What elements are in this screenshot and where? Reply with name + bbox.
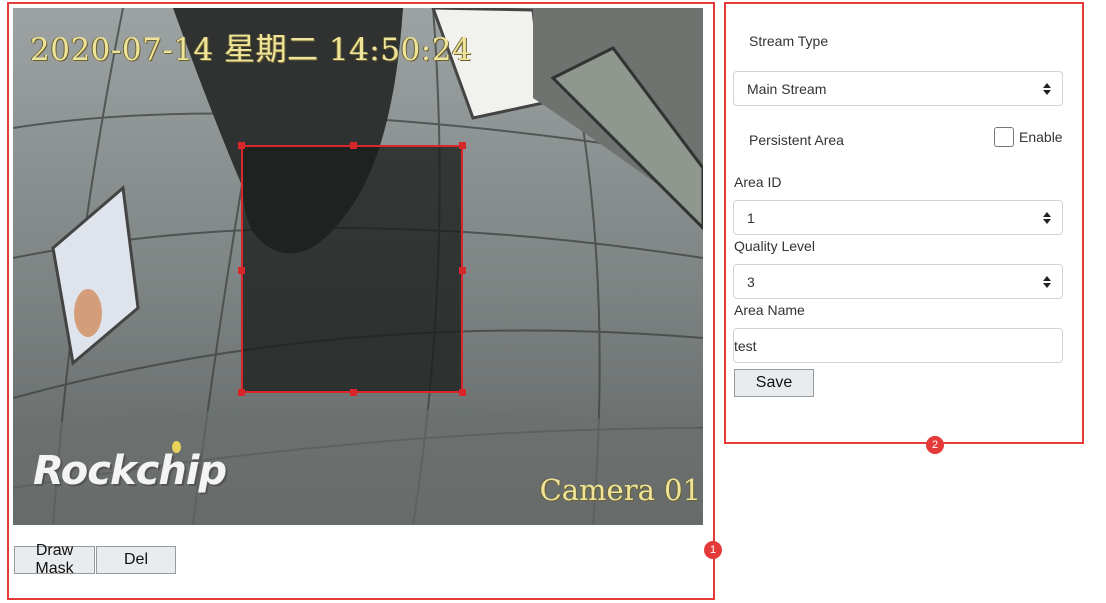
- select-caret-icon: [1042, 210, 1052, 226]
- stream-type-label: Stream Type: [749, 33, 829, 49]
- resize-handle-sw[interactable]: [238, 389, 245, 396]
- delete-button[interactable]: Del: [96, 546, 176, 574]
- resize-handle-nw[interactable]: [238, 142, 245, 149]
- stream-type-value: Main Stream: [747, 80, 827, 97]
- area-name-input[interactable]: [733, 328, 1063, 363]
- area-id-label: Area ID: [734, 174, 782, 190]
- resize-handle-se[interactable]: [459, 389, 466, 396]
- rockchip-logo: Rockchip: [33, 448, 227, 494]
- annotation-badge-2: 2: [926, 436, 944, 454]
- persistent-area-label: Persistent Area: [749, 132, 844, 148]
- enable-checkbox[interactable]: [994, 127, 1014, 147]
- resize-handle-e[interactable]: [459, 267, 466, 274]
- quality-level-value: 3: [747, 273, 755, 290]
- resize-handle-s[interactable]: [350, 389, 357, 396]
- resize-handle-w[interactable]: [238, 267, 245, 274]
- quality-level-select[interactable]: 3: [733, 264, 1063, 299]
- privacy-mask-rect[interactable]: [238, 142, 466, 396]
- draw-mask-button[interactable]: Draw Mask: [14, 542, 95, 577]
- stream-type-select[interactable]: Main Stream: [733, 71, 1063, 106]
- area-name-label: Area Name: [734, 302, 805, 318]
- save-button[interactable]: Save: [734, 369, 814, 397]
- annotation-badge-1: 1: [704, 541, 722, 559]
- area-id-value: 1: [747, 209, 755, 226]
- resize-handle-n[interactable]: [350, 142, 357, 149]
- select-caret-icon: [1042, 274, 1052, 290]
- osd-camera-name: Camera 01: [539, 473, 701, 507]
- resize-handle-ne[interactable]: [459, 142, 466, 149]
- osd-timestamp: 2020-07-14 星期二 14:50:24: [30, 32, 473, 68]
- select-caret-icon: [1042, 81, 1052, 97]
- enable-label: Enable: [1019, 129, 1063, 145]
- video-preview[interactable]: 2020-07-14 星期二 14:50:24 Camera 01 Rockch…: [13, 8, 703, 525]
- logo-dot-icon: [172, 441, 181, 453]
- quality-level-label: Quality Level: [734, 238, 815, 254]
- area-id-select[interactable]: 1: [733, 200, 1063, 235]
